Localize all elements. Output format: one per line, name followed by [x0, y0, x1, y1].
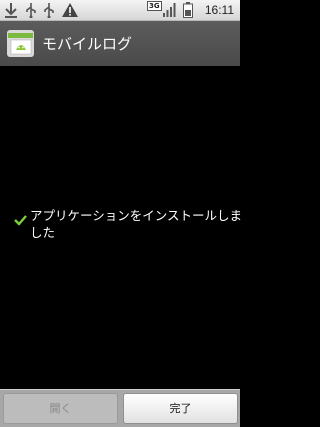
- network-type-badge: 3G: [147, 1, 162, 11]
- done-button[interactable]: 完了: [123, 393, 238, 424]
- usb-icon: [25, 2, 37, 18]
- title-bar: モバイルログ: [0, 21, 240, 66]
- install-result-panel: アプリケーションをインストールしました: [0, 66, 243, 392]
- battery-icon: [183, 2, 193, 18]
- usb-icon: [43, 2, 55, 18]
- warning-icon: [61, 2, 79, 18]
- open-button[interactable]: 開く: [3, 393, 118, 424]
- install-message: アプリケーションをインストールしました: [30, 208, 243, 240]
- check-icon: [14, 211, 27, 226]
- download-icon: [4, 2, 18, 18]
- signal-icon: [163, 2, 177, 17]
- android-app-icon: [7, 30, 34, 57]
- status-bar: 3G 16:11: [0, 0, 240, 21]
- status-time: 16:11: [204, 3, 234, 17]
- button-bar: 開く 完了: [0, 389, 240, 427]
- app-title: モバイルログ: [42, 35, 133, 53]
